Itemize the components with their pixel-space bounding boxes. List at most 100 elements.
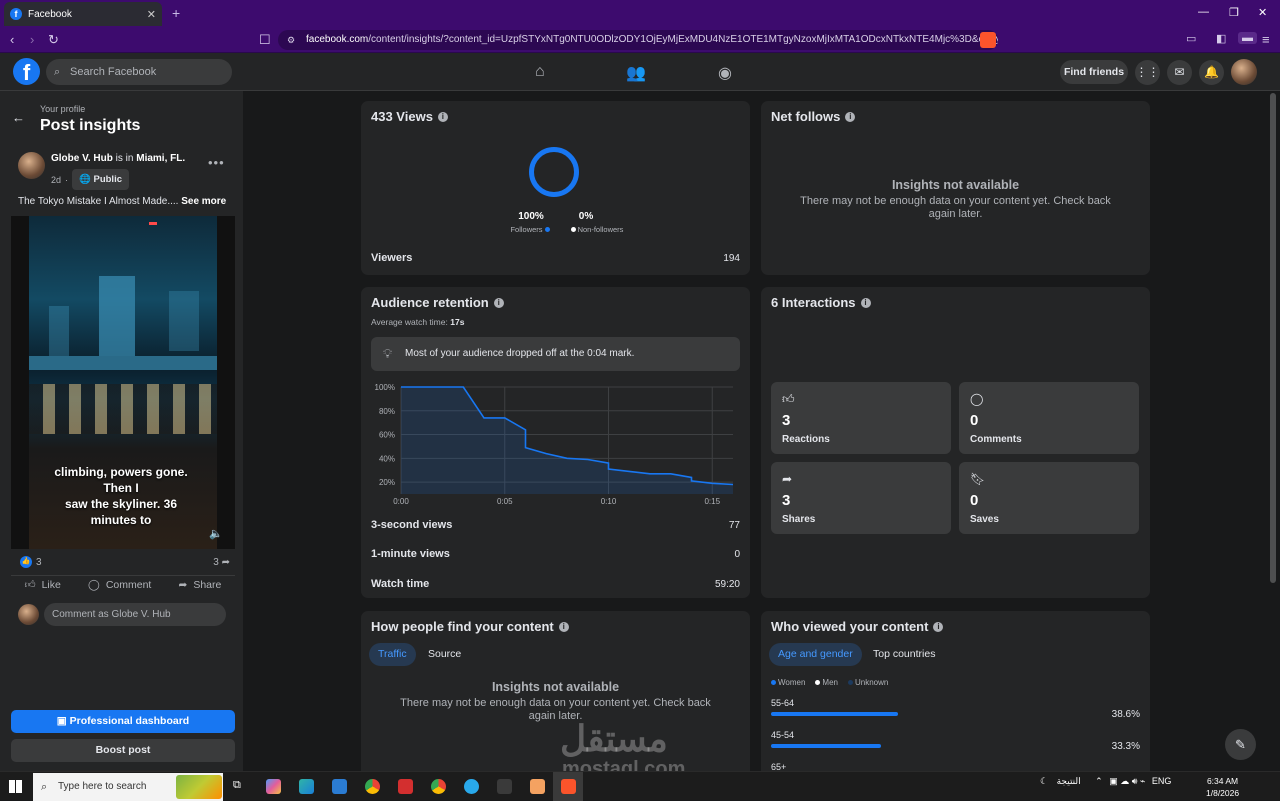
avg-watch-label: Average watch time: xyxy=(371,317,448,327)
sidebar-toggle-icon[interactable]: ◧ xyxy=(1216,32,1226,45)
copilot-icon[interactable] xyxy=(266,779,281,794)
reload-icon[interactable]: ↻ xyxy=(48,32,59,48)
post-author-avatar[interactable] xyxy=(18,152,45,179)
vscode-icon[interactable] xyxy=(332,779,347,794)
scroll-thumb[interactable] xyxy=(1270,93,1276,583)
nonfollowers-pct: 0% xyxy=(578,211,594,222)
wallet-icon[interactable]: ▬ xyxy=(1238,32,1257,44)
account-avatar[interactable] xyxy=(1231,59,1257,85)
edge-icon[interactable] xyxy=(299,779,314,794)
info-icon[interactable]: i xyxy=(558,621,569,632)
notifications-icon[interactable]: 🔔 xyxy=(1199,60,1224,85)
more-options-icon[interactable]: ••• xyxy=(208,155,225,170)
menu-icon[interactable]: ≡ xyxy=(1262,32,1270,47)
volume-icon[interactable]: 🔈 xyxy=(209,527,223,540)
clock-date: 1/8/2026 xyxy=(1206,788,1240,798)
shares-count-wrap[interactable]: 3 ➦ xyxy=(213,557,230,568)
maximize-icon[interactable]: ❐ xyxy=(1229,6,1239,19)
clock[interactable]: 6:34 AM 1/8/2026 xyxy=(1206,775,1239,799)
post-video[interactable]: climbing, powers gone. Then I saw the sk… xyxy=(11,216,235,549)
task-view-icon[interactable]: ⧉ xyxy=(233,779,248,794)
language-indicator[interactable]: ENG xyxy=(1152,776,1172,786)
interactions-title-text: 6 Interactions xyxy=(771,295,856,310)
close-tab-icon[interactable]: ✕ xyxy=(147,8,156,21)
info-icon[interactable]: i xyxy=(845,111,856,122)
weather-text[interactable]: النتيجة xyxy=(1057,776,1081,786)
site-info-icon[interactable]: ⚙ xyxy=(287,30,295,50)
app-red-icon[interactable] xyxy=(398,779,413,794)
tray-icons[interactable]: ▣ ☁ 🔊︎ ⌁ xyxy=(1109,776,1145,786)
info-icon[interactable]: i xyxy=(493,297,504,308)
find-friends-button[interactable]: Find friends xyxy=(1060,60,1128,84)
search-input[interactable]: ⌕ Search Facebook xyxy=(46,59,232,85)
minimize-icon[interactable]: — xyxy=(1198,6,1209,18)
search-highlight-image[interactable] xyxy=(176,775,222,799)
browser-tab[interactable]: f Facebook ✕ xyxy=(4,2,162,26)
close-window-icon[interactable]: ✕ xyxy=(1258,6,1267,19)
tab-title: Facebook xyxy=(28,8,72,20)
net-follows-card: Net follows i Insights not available Ther… xyxy=(761,101,1150,275)
home-icon[interactable]: ⌂ xyxy=(535,63,545,81)
davinci-icon[interactable] xyxy=(497,779,512,794)
legend-unknown: Unknown xyxy=(846,678,888,687)
app-orange-icon[interactable] xyxy=(530,779,545,794)
comment-button[interactable]: ◯ Comment xyxy=(88,578,151,591)
post-caption: The Tokyo Mistake I Almost Made.... See … xyxy=(18,196,226,207)
url-field[interactable]: ⚙ facebook.com/content/insights/?content_… xyxy=(278,30,998,50)
tab-top-countries[interactable]: Top countries xyxy=(864,643,944,666)
share-icon: ➦ xyxy=(782,472,793,486)
chrome-profile-icon[interactable] xyxy=(431,779,446,794)
viewers-label: Viewers xyxy=(371,252,413,264)
back-icon[interactable]: ‹ xyxy=(10,32,14,47)
comment-icon: ◯ xyxy=(970,392,984,406)
weather-icon[interactable]: ☾ xyxy=(1040,776,1048,786)
new-message-icon[interactable]: ✎ xyxy=(1225,729,1256,760)
privacy-badge[interactable]: 🌐 Public xyxy=(72,169,129,190)
see-more-link[interactable]: See more xyxy=(181,196,226,207)
views-title: 433 Views i xyxy=(371,109,448,124)
brave-shield-icon[interactable] xyxy=(980,32,996,48)
nonfollowers-dot xyxy=(570,227,576,232)
info-icon[interactable]: i xyxy=(437,111,448,122)
post-location[interactable]: Miami, FL. xyxy=(136,153,185,164)
post-author-line: Globe V. Hub is in Miami, FL. xyxy=(51,153,185,164)
menu-grid-icon[interactable]: ⋮⋮ xyxy=(1135,60,1160,85)
like-label: Like xyxy=(41,578,61,591)
friends-icon[interactable]: 👥 xyxy=(626,63,646,83)
lightbulb-icon: 💡︎ xyxy=(383,346,393,361)
brave-taskbar-icon[interactable] xyxy=(561,779,576,794)
windows-start-icon[interactable] xyxy=(9,780,22,793)
y-tick-label: 100% xyxy=(375,383,395,392)
forward-icon[interactable]: › xyxy=(30,32,34,47)
boost-post-button[interactable]: Boost post xyxy=(11,739,235,762)
facebook-logo[interactable]: f xyxy=(13,58,40,85)
tray-chevron-icon[interactable]: ⌃ xyxy=(1095,776,1103,786)
comment-input[interactable]: Comment as Globe V. Hub xyxy=(44,603,226,626)
chrome-icon[interactable] xyxy=(365,779,380,794)
tab-age-gender[interactable]: Age and gender xyxy=(769,643,862,666)
info-icon[interactable]: i xyxy=(860,297,871,308)
legend-men: Men xyxy=(813,678,838,687)
tab-traffic[interactable]: Traffic xyxy=(369,643,416,666)
post-author-name[interactable]: Globe V. Hub xyxy=(51,153,113,164)
reactions-count[interactable]: 3 xyxy=(36,557,42,568)
address-bar-row: ‹ › ↻ ☐ ⚙ facebook.com/content/insights/?… xyxy=(0,27,1280,53)
professional-dashboard-button[interactable]: ▣ Professional dashboard xyxy=(11,710,235,733)
groups-icon[interactable]: ◉ xyxy=(718,63,732,83)
three-second-views-value: 77 xyxy=(728,520,740,531)
bookmark-page-icon[interactable]: ☐ xyxy=(259,32,271,48)
nonfollowers-legend: 0% Non-followers xyxy=(561,211,631,234)
back-arrow-icon[interactable]: ← xyxy=(12,110,25,125)
share-button[interactable]: ➦ Share xyxy=(179,578,222,591)
messenger-icon[interactable]: ✉ xyxy=(1167,60,1192,85)
post-age[interactable]: 2d xyxy=(51,175,61,185)
telegram-icon[interactable] xyxy=(464,779,479,794)
new-tab-button[interactable]: + xyxy=(172,5,180,21)
info-icon[interactable]: i xyxy=(933,621,944,632)
age-bar-55-64 xyxy=(771,712,898,716)
tab-source[interactable]: Source xyxy=(419,643,470,666)
reader-icon[interactable]: ▭ xyxy=(1186,32,1196,45)
like-button[interactable]: 👍︎ Like xyxy=(25,578,61,592)
legend-women: Women xyxy=(771,678,805,687)
privacy-label: Public xyxy=(93,174,122,185)
